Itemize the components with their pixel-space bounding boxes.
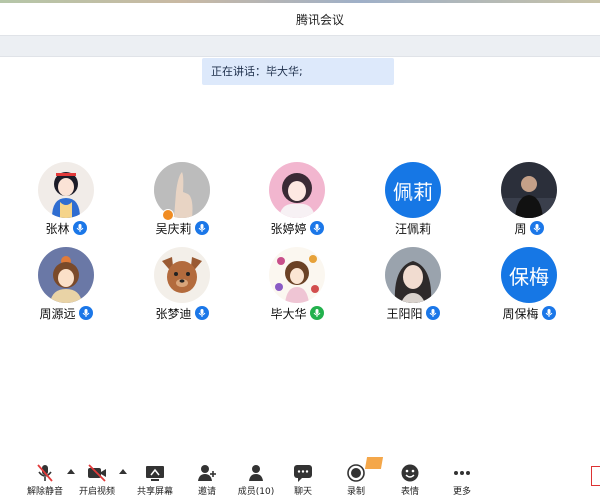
participant-name: 周源远 xyxy=(39,307,76,321)
participant-name: 王阳阳 xyxy=(386,307,423,321)
participant-tile[interactable]: 王阳阳 xyxy=(368,247,458,329)
participant-name: 张婷婷 xyxy=(270,222,307,236)
audio-options-caret-icon[interactable] xyxy=(67,469,75,474)
participant-name: 张梦迪 xyxy=(155,307,192,321)
girl-photo-icon xyxy=(385,247,441,303)
window-edge-icon xyxy=(591,466,600,486)
invite-label: 邀请 xyxy=(197,487,216,497)
anime-girl-icon xyxy=(269,162,325,218)
cartoon-princess-icon xyxy=(38,162,94,218)
invite-user-icon xyxy=(196,463,218,483)
more-label: 更多 xyxy=(452,487,471,497)
cartoon-dog-icon xyxy=(154,247,210,303)
speaking-label: 正在讲话： xyxy=(211,65,266,78)
invite-button[interactable]: 邀请 xyxy=(192,457,222,498)
video-off-icon xyxy=(86,463,108,483)
participant-tile[interactable]: 吴庆莉 xyxy=(137,162,227,244)
microphone-icon xyxy=(309,221,324,235)
share-screen-icon xyxy=(144,463,166,483)
chat-label: 聊天 xyxy=(293,487,312,497)
participant-name: 周保梅 xyxy=(502,307,539,321)
participant-tile[interactable]: 佩莉 汪佩莉 xyxy=(368,162,458,244)
participant-tile[interactable]: 周源远 xyxy=(21,247,111,329)
muted-microphone-icon xyxy=(34,463,56,483)
participant-name: 周 xyxy=(514,222,527,236)
microphone-icon xyxy=(425,306,440,320)
video-options-caret-icon[interactable] xyxy=(119,469,127,474)
window-title: 腾讯会议 xyxy=(295,13,344,27)
participant-name: 张林 xyxy=(45,222,70,236)
unmute-label: 解除静音 xyxy=(26,487,63,497)
more-dots-icon xyxy=(451,463,473,483)
members-icon xyxy=(245,463,267,483)
share-screen-label: 共享屏幕 xyxy=(136,487,173,497)
person-photo-icon xyxy=(501,162,557,218)
participant-tile[interactable]: 张梦迪 xyxy=(137,247,227,329)
share-screen-button[interactable]: 共享屏幕 xyxy=(137,457,173,498)
participant-tile[interactable]: 张林 xyxy=(21,162,111,244)
microphone-icon xyxy=(194,221,209,235)
meeting-toolbar: 解除静音 开启视频 共享屏幕 邀请 成员(10) 聊天 录制 表情 更多 xyxy=(0,457,600,498)
record-badge-icon xyxy=(364,457,384,469)
participant-tile[interactable]: 张婷婷 xyxy=(252,162,342,244)
participant-tile[interactable]: 周 xyxy=(484,162,574,244)
speaking-names: 毕大华; xyxy=(266,65,303,78)
chat-button[interactable]: 聊天 xyxy=(288,457,318,498)
microphone-icon xyxy=(529,221,544,235)
chat-bubble-icon xyxy=(292,463,314,483)
participant-tile[interactable]: 毕大华 xyxy=(252,247,342,329)
more-button[interactable]: 更多 xyxy=(447,457,477,498)
record-icon xyxy=(345,463,367,483)
hand-photo-icon xyxy=(154,162,210,218)
speaking-indicator: 正在讲话：毕大华; xyxy=(202,58,394,85)
reactions-label: 表情 xyxy=(400,487,419,497)
microphone-icon xyxy=(194,306,209,320)
members-label: 成员(10) xyxy=(237,487,275,497)
microphone-icon xyxy=(72,221,87,235)
cartoon-girl-icon xyxy=(38,247,94,303)
unmute-button[interactable]: 解除静音 xyxy=(27,457,63,498)
emoji-icon xyxy=(399,463,421,483)
participant-tile[interactable]: 保梅 周保梅 xyxy=(484,247,574,329)
start-video-button[interactable]: 开启视频 xyxy=(79,457,115,498)
participant-name: 吴庆莉 xyxy=(155,222,192,236)
text-avatar: 保梅 xyxy=(501,247,557,303)
flower-girl-icon xyxy=(269,247,325,303)
participant-name: 汪佩莉 xyxy=(394,222,431,236)
header-bar xyxy=(0,35,600,57)
speaking-microphone-icon xyxy=(309,306,324,320)
text-avatar: 佩莉 xyxy=(385,162,441,218)
microphone-icon xyxy=(541,306,556,320)
microphone-icon xyxy=(78,306,93,320)
record-label: 录制 xyxy=(346,487,365,497)
reactions-button[interactable]: 表情 xyxy=(395,457,425,498)
title-bar: 腾讯会议 xyxy=(0,3,600,35)
members-button[interactable]: 成员(10) xyxy=(238,457,274,498)
start-video-label: 开启视频 xyxy=(78,487,115,497)
participant-name: 毕大华 xyxy=(270,307,307,321)
